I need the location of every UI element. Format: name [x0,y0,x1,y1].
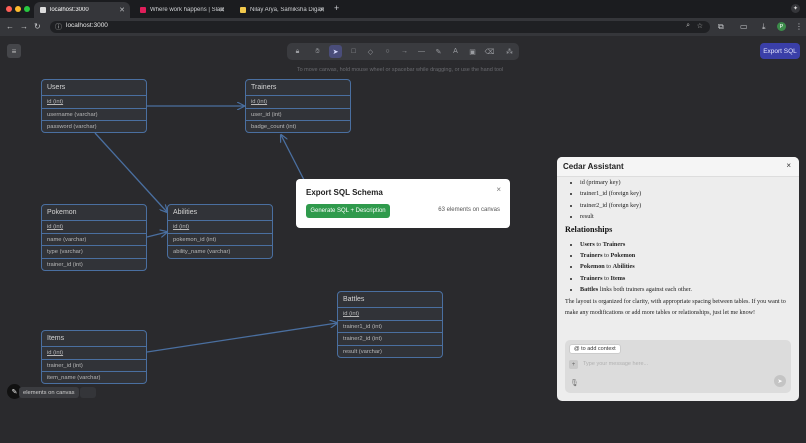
table-column: result (varchar) [343,348,382,355]
edge-pokemon-abilities[interactable] [146,232,167,238]
table-column: id (int) [338,308,442,321]
list-item: Trainers to Pokemon [580,250,692,261]
assistant-message: id (primary key) trainer1_id (foreign ke… [557,177,799,339]
send-icon[interactable]: ➤ [774,375,786,387]
screen: localhost:3000 ✕ Where work happens | Sl… [0,0,806,443]
modal-title: Export SQL Schema [306,188,383,197]
assistant-title: Cedar Assistant [563,162,624,171]
cedar-assistant-panel: Cedar Assistant × id (primary key) train… [557,157,799,401]
microphone-icon[interactable]: 🎙︎ [570,379,579,387]
table-column: password (varchar) [47,124,97,131]
table-column: trainer2_id (int) [338,333,442,346]
table-name: Abilities [168,205,272,221]
list-item: Battles links both trainers against each… [580,284,692,295]
table-column: trainer_id (int) [42,360,146,373]
list-item: trainer1_id (foreign key) [580,188,641,199]
table-column: id (int) [42,221,146,234]
table-column: username (varchar) [42,109,146,122]
table-column: name (varchar) [42,234,146,247]
list-item: result [580,211,641,222]
table-column: item_name (varchar) [47,375,101,382]
table-name: Items [42,331,146,347]
close-icon[interactable]: × [786,161,791,170]
add-context-button[interactable]: @ to add context [569,344,621,354]
table-users[interactable]: Users id (int) username (varchar) passwo… [41,79,147,133]
assistant-paragraph: The layout is organized for clarity, wit… [565,299,786,316]
table-column: id (int) [42,347,146,360]
relationships-heading: Relationships [565,225,613,234]
chat-input[interactable]: Type your message here... [583,361,648,367]
list-item: Users to Trainers [580,239,692,250]
table-column: pokemon_id (int) [168,234,272,247]
table-name: Trainers [246,80,350,96]
table-items[interactable]: Items id (int) trainer_id (int) item_nam… [41,330,147,384]
table-column: trainer_id (int) [47,261,83,268]
edge-items-battles[interactable] [146,323,337,353]
table-column: ability_name (varchar) [173,249,231,256]
table-abilities[interactable]: Abilities id (int) pokemon_id (int) abil… [167,204,273,259]
list-item: Pokemon to Abilities [580,261,692,272]
table-name: Users [42,80,146,96]
relationship-list: Users to Trainers Trainers to Pokemon Po… [580,239,692,295]
elements-status: elements on canvas [19,387,79,398]
table-column: id (int) [246,96,350,109]
assistant-header: Cedar Assistant × [557,157,799,177]
column-list: id (primary key) trainer1_id (foreign ke… [580,177,641,222]
table-name: Battles [338,292,442,308]
chat-input-box[interactable]: @ to add context + Type your message her… [565,340,791,393]
table-pokemon[interactable]: Pokemon id (int) name (varchar) type (va… [41,204,147,271]
list-item: trainer2_id (foreign key) [580,200,641,211]
table-column: id (int) [168,221,272,234]
edge-users-abilities[interactable] [94,132,167,212]
table-column: user_id (int) [246,109,350,122]
element-count: 63 elements on canvas [438,207,500,213]
generate-sql-button[interactable]: Generate SQL + Description [306,204,390,218]
export-sql-modal: Export SQL Schema × Generate SQL + Descr… [296,179,510,228]
table-name: Pokemon [42,205,146,221]
table-column: type (varchar) [42,246,146,259]
close-icon[interactable]: × [496,185,501,194]
table-column: badge_count (int) [251,124,297,131]
table-column: id (int) [42,96,146,109]
table-battles[interactable]: Battles id (int) trainer1_id (int) train… [337,291,443,358]
table-trainers[interactable]: Trainers id (int) user_id (int) badge_co… [245,79,351,133]
plus-icon[interactable]: + [569,360,578,369]
list-item: id (primary key) [580,177,641,188]
table-column: trainer1_id (int) [338,321,442,334]
list-item: Trainers to Items [580,273,692,284]
status-extra [80,387,96,398]
